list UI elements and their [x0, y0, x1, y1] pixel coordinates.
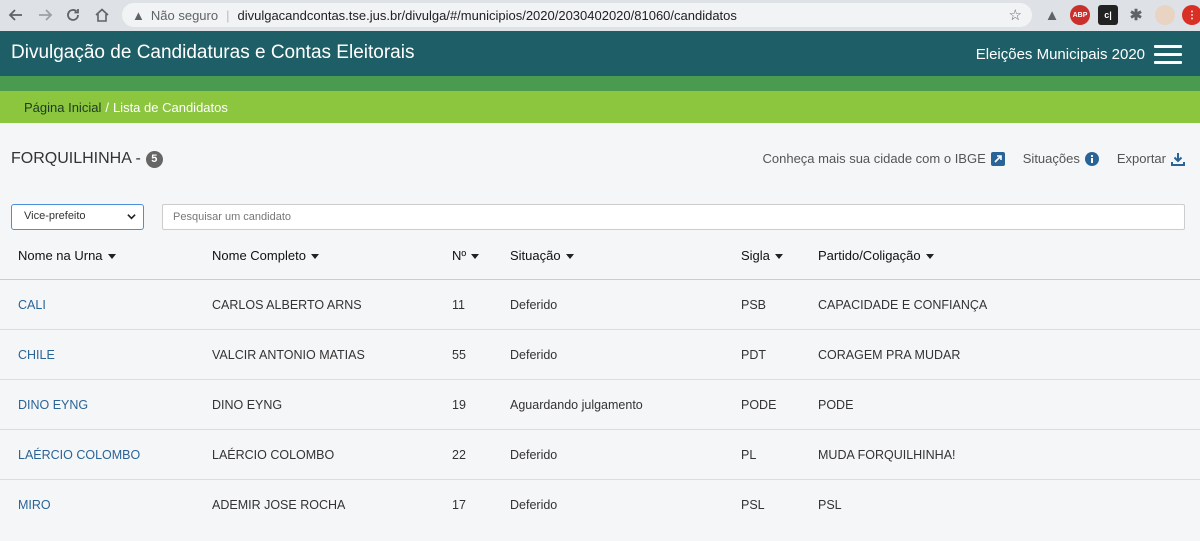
address-separator: |	[226, 7, 230, 23]
candidates-table: Nome na Urna Nome Completo Nº Situação S…	[0, 232, 1200, 530]
download-icon	[1171, 152, 1185, 166]
party-acronym-cell: PL	[741, 447, 757, 462]
number-cell: 19	[452, 397, 466, 412]
col-partido-label: Partido/Coligação	[818, 248, 921, 263]
table-row: CALI CARLOS ALBERTO ARNS 11 Deferido PSB…	[0, 280, 1200, 330]
number-cell: 22	[452, 447, 466, 462]
sort-caret-icon	[310, 254, 319, 259]
app-header: Divulgação de Candidaturas e Contas Elei…	[0, 31, 1200, 76]
full-name-cell: LAÉRCIO COLOMBO	[212, 447, 335, 462]
col-nome-urna[interactable]: Nome na Urna	[18, 232, 116, 279]
table-row: MIRO ADEMIR JOSE ROCHA 17 Deferido PSL P…	[0, 480, 1200, 530]
full-name-cell: DINO EYNG	[212, 397, 283, 412]
address-bar[interactable]: ▲ Não seguro | divulgacandcontas.tse.jus…	[122, 3, 1032, 27]
candidate-link[interactable]: DINO EYNG	[18, 380, 88, 429]
adblock-extension-icon[interactable]: ABP	[1070, 5, 1090, 25]
coalition-cell: CAPACIDADE E CONFIANÇA	[818, 297, 988, 312]
col-situacao[interactable]: Situação	[510, 232, 574, 279]
app-title[interactable]: Divulgação de Candidaturas e Contas Elei…	[11, 42, 414, 64]
city-name: FORQUILHINHA -	[11, 150, 141, 167]
back-icon[interactable]	[2, 1, 30, 29]
coalition-cell: PODE	[818, 397, 854, 412]
coalition-cell: MUDA FORQUILHINHA!	[818, 447, 956, 462]
coalition-cell: CORAGEM PRA MUDAR	[818, 347, 961, 362]
not-secure-label: Não seguro	[150, 7, 219, 23]
full-name-cell: ADEMIR JOSE ROCHA	[212, 498, 346, 512]
number-cell: 17	[452, 498, 466, 512]
breadcrumb-home[interactable]: Página Inicial	[24, 100, 101, 115]
table-row: CHILE VALCIR ANTONIO MATIAS 55 Deferido …	[0, 330, 1200, 380]
browser-toolbar: ▲ Não seguro | divulgacandcontas.tse.jus…	[0, 0, 1200, 31]
col-sigla-label: Sigla	[741, 248, 770, 263]
url-text: divulgacandcontas.tse.jus.br/divulga/#/m…	[237, 7, 737, 23]
status-cell: Deferido	[510, 498, 558, 512]
exportar-link[interactable]: Exportar	[1117, 151, 1185, 166]
candidate-link[interactable]: LAÉRCIO COLOMBO	[18, 430, 140, 479]
city-title: FORQUILHINHA - 5	[11, 150, 163, 168]
sort-caret-icon	[774, 254, 783, 259]
exportar-label: Exportar	[1116, 151, 1166, 166]
breadcrumb-bar: Página Inicial / Lista de Candidatos	[0, 91, 1200, 123]
coalition-cell: PSL	[818, 498, 842, 512]
party-acronym-cell: PSL	[741, 498, 765, 512]
table-row: LAÉRCIO COLOMBO LAÉRCIO COLOMBO 22 Defer…	[0, 430, 1200, 480]
candidate-link[interactable]: MIRO	[18, 480, 51, 530]
sort-caret-icon	[925, 254, 934, 259]
breadcrumb-current: Lista de Candidatos	[112, 100, 228, 115]
sort-caret-icon	[471, 254, 480, 259]
col-numero-label: Nº	[452, 248, 467, 263]
reload-icon[interactable]	[59, 1, 87, 29]
party-acronym-cell: PSB	[741, 297, 767, 312]
role-select[interactable]: Vice-prefeito	[11, 204, 144, 230]
col-situacao-label: Situação	[510, 248, 561, 263]
menu-update-icon[interactable]: ⋮	[1182, 5, 1200, 25]
sort-caret-icon	[107, 254, 116, 259]
ibge-link[interactable]: Conheça mais sua cidade com o IBGE	[762, 151, 1005, 166]
external-link-icon	[990, 151, 1005, 166]
election-label: Eleições Municipais 2020	[975, 46, 1145, 63]
col-numero[interactable]: Nº	[452, 232, 480, 279]
role-select-value: Vice-prefeito	[24, 210, 86, 222]
col-nome-completo[interactable]: Nome Completo	[212, 232, 319, 279]
number-cell: 55	[452, 347, 466, 362]
col-nome-urna-label: Nome na Urna	[18, 248, 103, 263]
candidate-link[interactable]: CHILE	[18, 330, 55, 379]
table-row: DINO EYNG DINO EYNG 19 Aguardando julgam…	[0, 380, 1200, 430]
forward-icon[interactable]	[31, 1, 59, 29]
candidate-link[interactable]: CALI	[18, 280, 46, 329]
table-header-row: Nome na Urna Nome Completo Nº Situação S…	[0, 232, 1200, 280]
status-cell: Deferido	[510, 297, 558, 312]
extensions-puzzle-icon[interactable]: ✱	[1126, 5, 1146, 25]
candidate-count-badge: 5	[145, 150, 163, 168]
hamburger-menu-icon[interactable]	[1154, 45, 1182, 64]
breadcrumb-separator: /	[105, 100, 109, 115]
info-icon	[1084, 151, 1099, 166]
status-cell: Deferido	[510, 447, 558, 462]
chevron-down-icon	[127, 214, 136, 220]
home-icon[interactable]	[88, 1, 116, 29]
full-name-cell: CARLOS ALBERTO ARNS	[212, 297, 362, 312]
situacoes-label: Situações	[1022, 151, 1080, 166]
col-sigla[interactable]: Sigla	[741, 232, 783, 279]
page-tools: Conheça mais sua cidade com o IBGE Situa…	[762, 151, 1185, 166]
bookmark-star-icon[interactable]: ☆	[1009, 6, 1022, 24]
col-partido[interactable]: Partido/Coligação	[818, 232, 934, 279]
ibge-link-label: Conheça mais sua cidade com o IBGE	[762, 151, 986, 166]
profile-avatar[interactable]	[1155, 5, 1175, 25]
header-band	[0, 76, 1200, 91]
sort-caret-icon	[565, 254, 574, 259]
breadcrumb: Página Inicial / Lista de Candidatos	[24, 100, 228, 115]
drive-extension-icon[interactable]: ▲	[1042, 5, 1062, 25]
candidate-search-input[interactable]: Pesquisar um candidato	[162, 204, 1185, 230]
party-acronym-cell: PODE	[741, 397, 777, 412]
c-extension-icon[interactable]: c|	[1098, 5, 1118, 25]
number-cell: 11	[452, 297, 465, 312]
status-cell: Aguardando julgamento	[510, 397, 643, 412]
warning-icon: ▲	[132, 7, 145, 23]
full-name-cell: VALCIR ANTONIO MATIAS	[212, 347, 365, 362]
party-acronym-cell: PDT	[741, 347, 766, 362]
situacoes-link[interactable]: Situações	[1023, 151, 1099, 166]
status-cell: Deferido	[510, 347, 558, 362]
col-nome-completo-label: Nome Completo	[212, 248, 306, 263]
